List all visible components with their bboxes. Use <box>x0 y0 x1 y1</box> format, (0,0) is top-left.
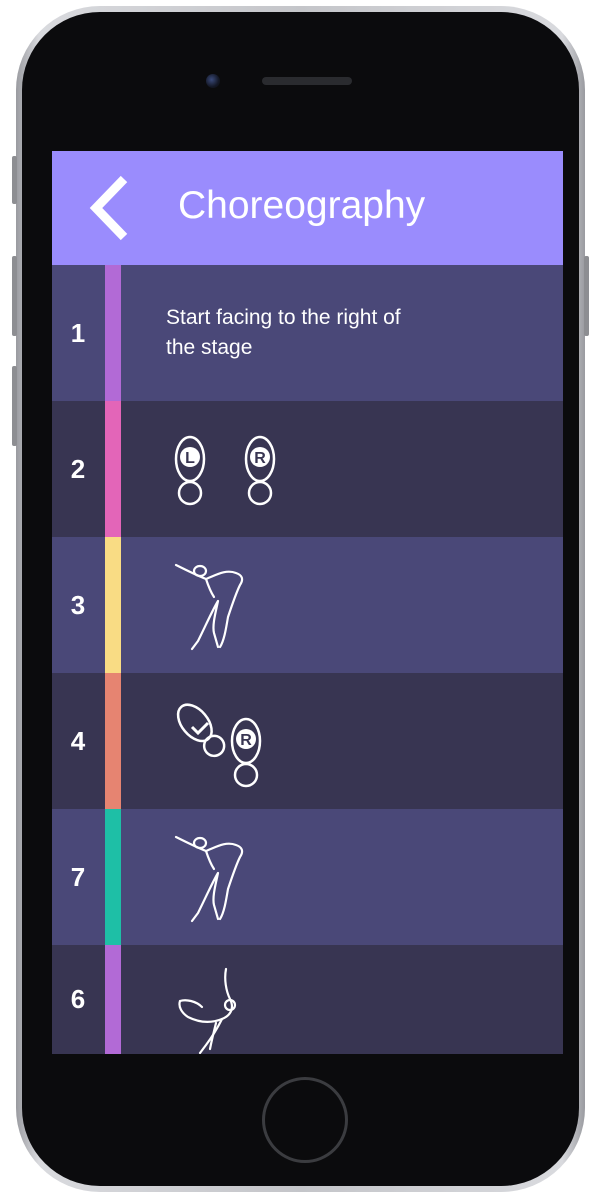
volume-down-button <box>12 366 17 446</box>
front-camera <box>206 74 220 88</box>
step-content: L R <box>166 401 563 537</box>
step-content <box>166 537 563 673</box>
volume-up-button <box>12 256 17 336</box>
page-title: Choreography <box>178 184 426 227</box>
dancer-leg-lift-icon <box>178 967 237 1054</box>
earpiece-speaker <box>262 77 352 85</box>
step-row-3[interactable]: 3 <box>52 537 563 673</box>
home-button[interactable] <box>262 1077 348 1163</box>
silent-switch <box>12 156 17 204</box>
power-button <box>584 256 589 336</box>
step-accent-bar <box>105 265 121 401</box>
step-number: 7 <box>70 861 86 892</box>
step-content: R <box>166 673 563 809</box>
step-row-7[interactable]: 7 <box>52 809 563 945</box>
app-screen: Choreography 1 Start facing to the right… <box>52 151 563 1054</box>
step-row-4[interactable]: 4 R <box>52 673 563 809</box>
footprints-left-right-icon: L R <box>174 435 276 506</box>
step-content <box>166 945 563 1054</box>
step-accent-bar <box>105 673 121 809</box>
left-foot-label: L <box>185 450 195 467</box>
step-accent-bar <box>105 809 121 945</box>
step-description: Start facing to the right of the stage <box>166 306 401 359</box>
step-number: 2 <box>70 453 86 484</box>
dancer-arms-extended-icon <box>174 835 244 923</box>
step-number: 1 <box>70 317 86 348</box>
step-row-1[interactable]: 1 Start facing to the right of the stage <box>52 265 563 401</box>
footprints-turn-icon: R <box>176 703 262 788</box>
right-foot-label: R <box>254 450 266 467</box>
step-content: Start facing to the right of the stage <box>166 265 563 401</box>
dancer-arms-extended-icon <box>174 563 244 651</box>
app-header: Choreography <box>52 151 563 265</box>
step-row-2[interactable]: 2 L R <box>52 401 563 537</box>
step-number: 6 <box>70 984 86 1014</box>
step-row-6[interactable]: 6 <box>52 945 563 1054</box>
step-accent-bar <box>105 945 121 1054</box>
chevron-left-icon[interactable] <box>86 173 134 243</box>
step-content <box>166 809 563 945</box>
step-number: 3 <box>70 589 86 620</box>
step-accent-bar <box>105 537 121 673</box>
right-foot-label: R <box>240 732 252 749</box>
step-number: 4 <box>70 725 86 756</box>
step-accent-bar <box>105 401 121 537</box>
